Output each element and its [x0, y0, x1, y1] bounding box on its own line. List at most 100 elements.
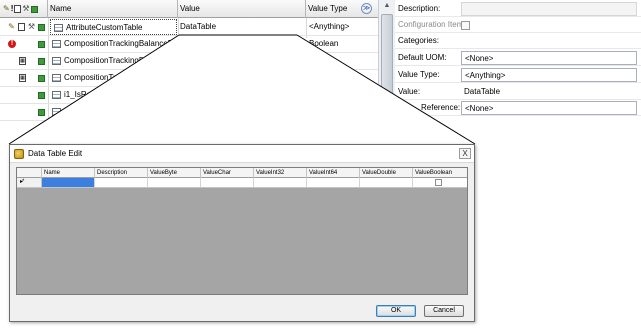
cell-valuechar[interactable] — [201, 178, 254, 187]
green-square-icon — [38, 23, 45, 31]
column-header-name[interactable]: Name — [48, 0, 178, 18]
row-name[interactable]: i1 — [52, 104, 178, 120]
data-table-edit-dialog: Data Table Edit X Name Description Value… — [9, 144, 475, 322]
properties-panel: Description: Configuration Item: Categor… — [395, 0, 641, 118]
property-description: Description: — [395, 1, 641, 17]
green-square-icon — [38, 40, 45, 48]
property-value: Value: DataTable — [395, 84, 641, 100]
cell-valuebyte[interactable] — [148, 178, 201, 187]
row-icons: ✎ ⚒ — [0, 19, 48, 35]
categories-field[interactable] — [461, 34, 637, 48]
row-icons — [0, 87, 48, 103]
row-name[interactable]: i1_IsRaw — [52, 87, 178, 103]
table-row[interactable]: ! CompositionTrackingBalanceRa Boolean — [0, 36, 378, 53]
table-icon — [52, 39, 61, 48]
configuration-item-checkbox[interactable] — [461, 21, 470, 30]
close-icon[interactable]: X — [459, 148, 471, 159]
attribute-grid-header: ✎ ! ⚒ Name Value Value Type ≫ — [0, 0, 378, 18]
table-row[interactable]: i1 — [0, 104, 378, 121]
error-icon: ! — [8, 40, 16, 48]
property-label: Value: — [398, 87, 421, 96]
tool-icon: ⚒ — [27, 22, 35, 31]
column-header[interactable]: ValueBoolean — [413, 168, 467, 178]
exclamation-icon[interactable]: ! — [11, 5, 14, 13]
new-row[interactable]: ▸* — [17, 178, 467, 188]
green-square-icon[interactable] — [30, 5, 38, 13]
column-header[interactable]: Description — [95, 168, 148, 178]
property-configuration-item: Configuration Item: — [395, 17, 641, 33]
dialog-titlebar[interactable]: Data Table Edit X — [10, 145, 474, 163]
property-label: Categories: — [398, 36, 439, 45]
scroll-up-icon[interactable]: ▲ — [379, 0, 395, 12]
data-table-grid[interactable]: Name Description ValueByte ValueChar Val… — [16, 167, 468, 295]
green-square-icon — [38, 74, 45, 82]
table-icon — [52, 73, 61, 82]
row-name[interactable]: AttributeCustomTable — [50, 19, 177, 35]
new-row-marker[interactable]: ▸* — [17, 178, 42, 187]
table-row[interactable]: ▦ CompositionTrack — [0, 70, 378, 87]
property-label: Description: — [398, 4, 441, 13]
value-type-select[interactable]: <Anything> — [461, 68, 637, 82]
row-value[interactable]: DataTable — [180, 19, 304, 35]
green-square-icon — [38, 108, 45, 116]
column-header-value-type[interactable]: Value Type ≫ — [306, 0, 378, 18]
row-value-type[interactable]: Boolean — [309, 36, 375, 52]
cancel-button[interactable]: Cancel — [424, 305, 464, 317]
property-value-type: Value Type: <Anything> — [395, 67, 641, 83]
tool-icon[interactable]: ⚒ — [22, 5, 29, 13]
property-label: Value Type: — [398, 70, 440, 79]
property-label: Default UOM: — [398, 53, 447, 62]
property-label: Configuration Item: — [398, 20, 466, 29]
cell-description[interactable] — [95, 178, 148, 187]
reference-select[interactable]: <None> — [461, 101, 637, 115]
property-default-uom: Default UOM: <None> — [395, 50, 641, 66]
row-icons: ▦ — [0, 53, 48, 69]
document-icon[interactable] — [14, 5, 22, 13]
column-header[interactable]: ValueInt64 — [307, 168, 360, 178]
column-header[interactable]: ValueChar — [201, 168, 254, 178]
row-icons — [0, 104, 48, 120]
table-icon — [52, 90, 61, 99]
scrollbar-thumb[interactable] — [381, 14, 393, 114]
filter-chevron-icon[interactable]: ≫ — [361, 3, 372, 14]
cell-valueboolean[interactable] — [413, 178, 467, 187]
calculator-icon: ▦ — [19, 74, 26, 82]
ok-button[interactable]: OK — [376, 305, 416, 317]
description-field[interactable] — [461, 2, 637, 16]
cell-name[interactable] — [42, 178, 95, 187]
column-header[interactable]: Name — [42, 168, 95, 178]
attribute-grid: ✎ ! ⚒ Name Value Value Type ≫ ✎ ⚒ Attrib… — [0, 0, 395, 138]
cell-valueint64[interactable] — [307, 178, 360, 187]
column-header[interactable]: ValueInt32 — [254, 168, 307, 178]
row-name[interactable]: CompositionTrack — [52, 70, 178, 86]
data-table-header: Name Description ValueByte ValueChar Val… — [17, 168, 467, 178]
cell-valueint32[interactable] — [254, 178, 307, 187]
wrench-icon: ✎ — [8, 22, 15, 31]
green-square-icon — [38, 57, 45, 65]
cell-valuedouble[interactable] — [360, 178, 413, 187]
default-uom-select[interactable]: <None> — [461, 51, 637, 65]
table-row[interactable]: ✎ ⚒ AttributeCustomTable DataTable <Anyt… — [0, 19, 378, 36]
dialog-title: Data Table Edit — [28, 149, 83, 158]
row-name[interactable]: CompositionTrackingDe — [52, 53, 178, 69]
row-value-type[interactable]: <Anything> — [309, 19, 375, 35]
column-header[interactable]: ValueDouble — [360, 168, 413, 178]
vertical-scrollbar[interactable]: ▲ — [378, 0, 395, 138]
column-header-value[interactable]: Value — [178, 0, 306, 18]
wrench-icon[interactable]: ✎ — [3, 5, 10, 13]
table-row[interactable]: ▦ CompositionTrackingDe — [0, 53, 378, 70]
row-name[interactable]: CompositionTrackingBalanceRa — [52, 36, 178, 52]
valueboolean-checkbox[interactable] — [435, 179, 442, 186]
property-categories: Categories: — [395, 33, 641, 49]
table-row[interactable]: i1_IsRaw — [0, 87, 378, 104]
row-header-corner — [17, 168, 42, 178]
calculator-icon: ▦ — [19, 57, 26, 65]
column-header[interactable]: ValueByte — [148, 168, 201, 178]
table-icon — [54, 23, 63, 32]
document-icon — [17, 23, 25, 31]
header-icon-strip: ✎ ! ⚒ — [0, 0, 48, 18]
value-field[interactable]: DataTable — [461, 85, 637, 99]
table-icon — [52, 107, 61, 116]
table-row[interactable] — [0, 121, 378, 138]
property-reference: Reference: <None> — [395, 100, 641, 116]
